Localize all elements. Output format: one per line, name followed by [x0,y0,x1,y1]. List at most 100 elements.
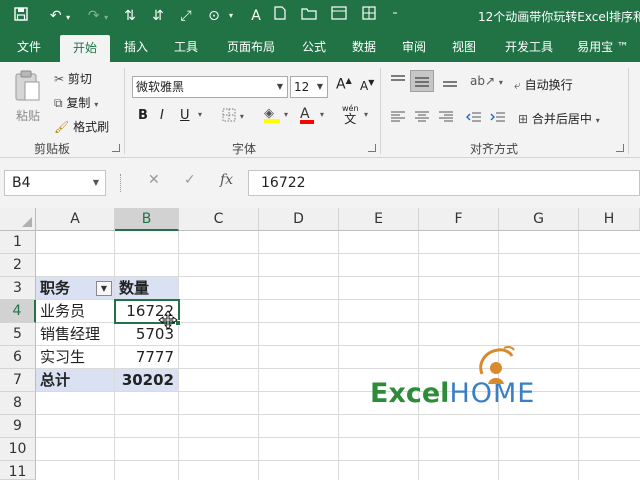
table-total-label[interactable]: 总计 [36,369,115,392]
col-header-h[interactable]: H [579,208,640,231]
tab-data[interactable]: 数据 [344,32,384,62]
bold-button[interactable]: B [138,108,148,123]
formula-input[interactable]: 16722 [248,170,640,196]
customize-qat-icon[interactable]: ⁼ [390,6,400,26]
align-left-button[interactable] [390,110,406,127]
col-header-g[interactable]: G [499,208,579,231]
merge-center-button[interactable]: ⊞ 合并后居中 ▾ [518,110,600,127]
new-file-icon[interactable] [270,6,290,26]
row-header-10[interactable]: 10 [0,438,36,461]
sort-ascending-icon[interactable]: ⇅ [120,6,140,26]
col-header-a[interactable]: A [36,208,115,231]
chevron-down-icon[interactable]: ▾ [224,6,238,26]
save-icon[interactable] [10,6,32,26]
fill-color-button[interactable]: ◈ [264,106,280,123]
tab-page-layout[interactable]: 页面布局 [216,32,286,62]
row-header-4[interactable]: 4 [0,300,36,323]
print-preview-icon[interactable] [328,6,350,26]
alignment-launcher-icon[interactable] [616,144,624,152]
row-header-3[interactable]: 3 [0,277,36,300]
orientation-button[interactable]: ab↗ ▾ [470,74,503,88]
font-color-button[interactable]: A [300,106,314,124]
table-cell-a4[interactable]: 业务员 [36,300,115,323]
grow-font-button[interactable]: A▲ [336,76,352,93]
chevron-down-icon[interactable]: ▾ [198,110,202,119]
tab-formulas[interactable]: 公式 [294,32,334,62]
name-box[interactable]: B4 ▼ [4,170,106,196]
col-header-d[interactable]: D [259,208,339,231]
table-cell-a5[interactable]: 销售经理 [36,323,115,346]
row-header-1[interactable]: 1 [0,231,36,254]
font-color-icon[interactable]: A [246,6,266,26]
chevron-down-icon[interactable]: ▾ [364,110,368,119]
fullscreen-icon[interactable]: ⤢ [176,6,196,26]
wrap-text-button[interactable]: ⤶ 自动换行 [514,76,573,93]
borders-button[interactable]: ▾ [222,108,244,125]
cut-button[interactable]: ✂ 剪切 [54,70,92,87]
font-size-combo[interactable]: 12 ▼ [290,76,328,98]
tab-developer[interactable]: 开发工具 [496,32,562,62]
filter-dropdown-icon[interactable]: ▼ [96,281,112,296]
preview-icon[interactable]: ⊙ [204,6,224,26]
tab-review[interactable]: 审阅 [394,32,434,62]
tab-view[interactable]: 视图 [444,32,484,62]
chevron-down-icon: ▾ [595,116,600,125]
chevron-down-icon: ▾ [239,112,244,121]
underline-button[interactable]: U [180,108,190,123]
align-center-button[interactable] [414,110,430,127]
worksheet-grid[interactable]: A B C D E F G H 1 2 3 4 5 6 7 8 9 10 11 … [0,208,640,480]
row-header-8[interactable]: 8 [0,392,36,415]
align-middle-button[interactable] [410,70,434,92]
row-header-9[interactable]: 9 [0,415,36,438]
table-total-value[interactable]: 30202 [115,369,179,392]
select-all-corner[interactable] [0,208,36,231]
align-bottom-icon [443,81,457,87]
paste-button[interactable]: 粘贴 [12,70,44,130]
format-painter-button[interactable]: 🖌 格式刷 [54,118,109,135]
font-name-combo[interactable]: 微软雅黑 ▼ [132,76,288,98]
align-top-button[interactable] [390,74,406,91]
col-header-c[interactable]: C [179,208,259,231]
insert-function-button[interactable]: fx [220,172,233,188]
row-header-2[interactable]: 2 [0,254,36,277]
undo-icon[interactable]: ↶ ▾ [46,6,74,26]
chevron-down-icon[interactable]: ▾ [94,100,98,109]
calculator-icon[interactable] [358,6,380,26]
sort-descending-icon[interactable]: ⇵ [148,6,168,26]
chevron-down-icon[interactable]: ▾ [284,110,288,119]
tab-file[interactable]: 文件 [6,32,52,62]
italic-button[interactable]: I [160,108,164,123]
chevron-down-icon[interactable]: ▾ [320,110,324,119]
col-header-b[interactable]: B [115,208,179,231]
row-header-11[interactable]: 11 [0,461,36,480]
tab-tools[interactable]: 工具 [166,32,206,62]
table-header-quantity[interactable]: 数量 [115,277,179,300]
tab-home[interactable]: 开始 [60,35,110,62]
col-header-f[interactable]: F [419,208,499,231]
tab-easy-treasure[interactable]: 易用宝 ™ [570,32,636,62]
increase-indent-icon [490,112,505,122]
col-header-e[interactable]: E [339,208,419,231]
align-middle-icon [415,77,429,87]
row-header-7[interactable]: 7 [0,369,36,392]
table-cell-b6[interactable]: 7777 [115,346,179,369]
copy-button[interactable]: ⧉ 复制 ▾ [54,94,98,111]
shrink-font-button[interactable]: A▼ [360,78,374,93]
align-right-button[interactable] [438,110,454,127]
row-header-6[interactable]: 6 [0,346,36,369]
row-header-5[interactable]: 5 [0,323,36,346]
enter-check-icon[interactable]: ✓ [184,172,196,188]
group-divider [380,68,381,154]
tab-insert[interactable]: 插入 [116,32,156,62]
align-bottom-button[interactable] [442,74,458,91]
redo-icon[interactable]: ↷ ▾ [84,6,112,26]
decrease-indent-button[interactable] [466,110,482,127]
increase-indent-button[interactable] [490,110,506,127]
font-launcher-icon[interactable] [368,144,376,152]
phonetic-button[interactable]: wén 文 [342,104,359,126]
clipboard-launcher-icon[interactable] [112,144,120,152]
cancel-icon[interactable]: ✕ [148,172,160,188]
table-cell-a6[interactable]: 实习生 [36,346,115,369]
open-folder-icon[interactable] [298,6,320,26]
splitter-handle[interactable] [120,174,122,192]
